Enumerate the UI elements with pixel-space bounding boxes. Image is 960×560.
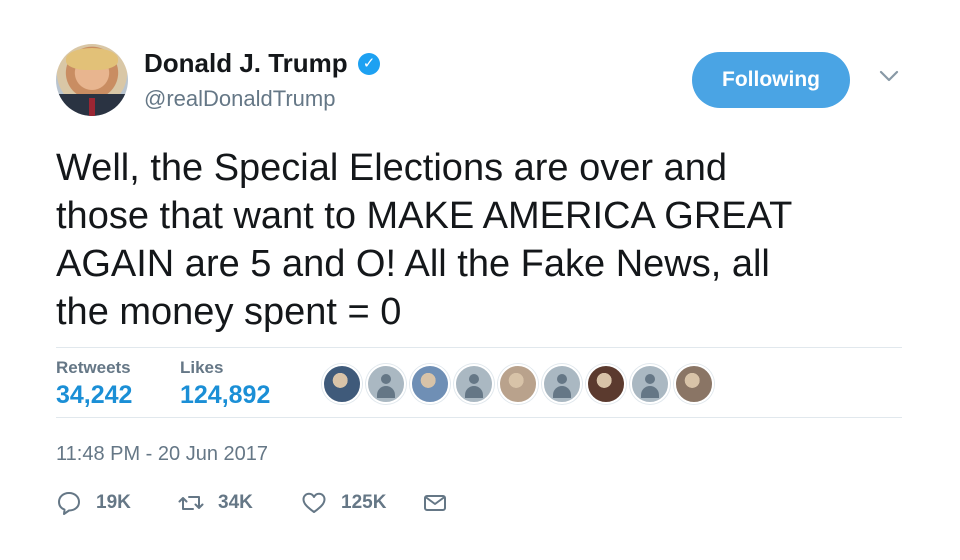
liker-avatar[interactable] [410,364,450,404]
envelope-icon [424,495,446,511]
liker-avatar[interactable] [542,364,582,404]
display-name[interactable]: Donald J. Trump [144,48,348,79]
chevron-down-icon[interactable] [878,68,900,84]
heart-icon [302,492,326,513]
avatar-hair [66,48,118,70]
likes-label[interactable]: Likes [180,358,223,378]
reply-count: 19K [96,492,131,513]
profile-avatar[interactable] [56,44,128,116]
reply-icon [58,492,80,515]
liker-avatar[interactable] [498,364,538,404]
user-handle[interactable]: @realDonaldTrump [144,86,335,112]
verified-badge-icon: ✓ [358,53,380,75]
divider-top [56,347,902,348]
tweet-text: Well, the Special Elections are over and… [56,147,793,333]
avatar-tie [89,98,95,116]
tweet-timestamp[interactable]: 11:48 PM - 20 Jun 2017 [56,443,268,466]
reply-action[interactable]: 19K [56,490,131,516]
retweet-icon [178,496,204,510]
following-button[interactable]: Following [692,52,850,108]
like-count: 125K [341,492,387,513]
liker-avatar[interactable] [674,364,714,404]
like-action[interactable]: 125K [301,490,386,516]
liker-avatar[interactable] [630,364,670,404]
liker-avatar[interactable] [454,364,494,404]
retweets-label[interactable]: Retweets [56,358,131,378]
liker-avatar[interactable] [322,364,362,404]
divider-bottom [56,417,902,418]
liker-avatar[interactable] [366,364,406,404]
direct-message-action[interactable] [422,490,448,516]
retweet-action[interactable]: 34K [178,490,253,516]
retweet-count: 34K [218,492,253,513]
retweets-count[interactable]: 34,242 [56,381,132,410]
likes-count[interactable]: 124,892 [180,381,270,410]
liker-avatar[interactable] [586,364,626,404]
